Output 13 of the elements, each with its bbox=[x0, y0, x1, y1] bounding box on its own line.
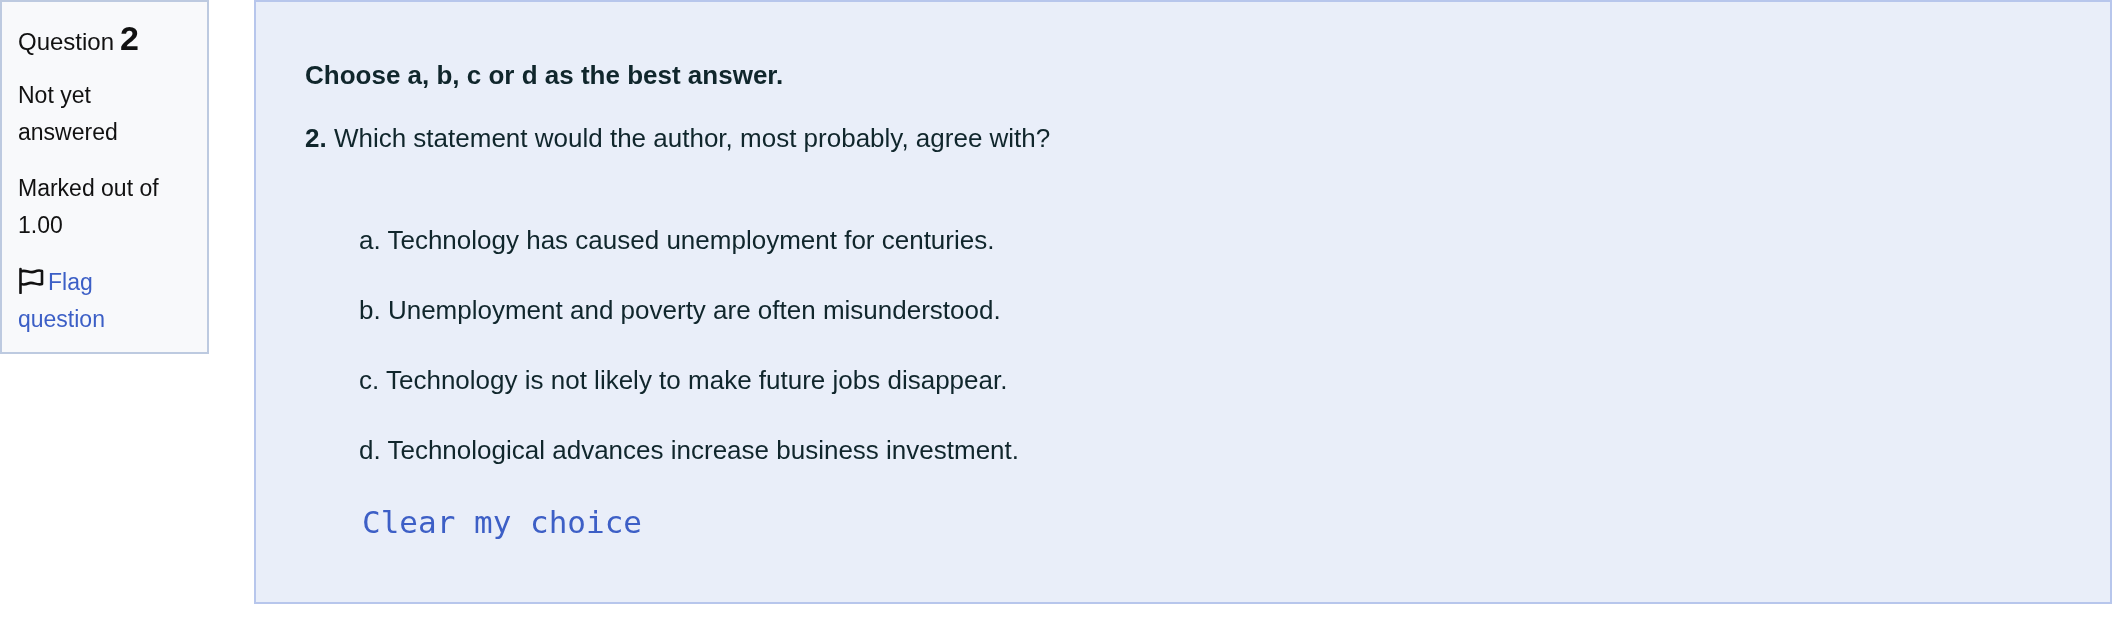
answer-option[interactable]: d. Technological advances increase business investment. bbox=[359, 431, 1020, 470]
clear-choice-link[interactable]: Clear my choice bbox=[362, 503, 642, 541]
instruction-text: Choose a, b, c or d as the best answer. bbox=[305, 59, 784, 92]
question-number: 2 bbox=[120, 19, 139, 57]
answer-option[interactable]: a. Technology has caused unemployment for centuries. bbox=[359, 221, 995, 260]
answer-option[interactable]: b. Unemployment and poverty are often misunderstood. bbox=[359, 291, 1001, 330]
flag-question-link[interactable]: Flag question bbox=[18, 264, 173, 338]
question-text: 2. Which statement would the author, most probably, agree with? bbox=[305, 122, 1051, 155]
answer-status: Not yet answered bbox=[18, 81, 119, 147]
answer-option[interactable]: c. Technology is not likely to make future jobs disappear. bbox=[359, 361, 1008, 400]
flag-icon bbox=[18, 267, 44, 294]
marks-text: Marked out of 1.00 bbox=[18, 174, 160, 240]
question-label: Question bbox=[18, 28, 115, 55]
